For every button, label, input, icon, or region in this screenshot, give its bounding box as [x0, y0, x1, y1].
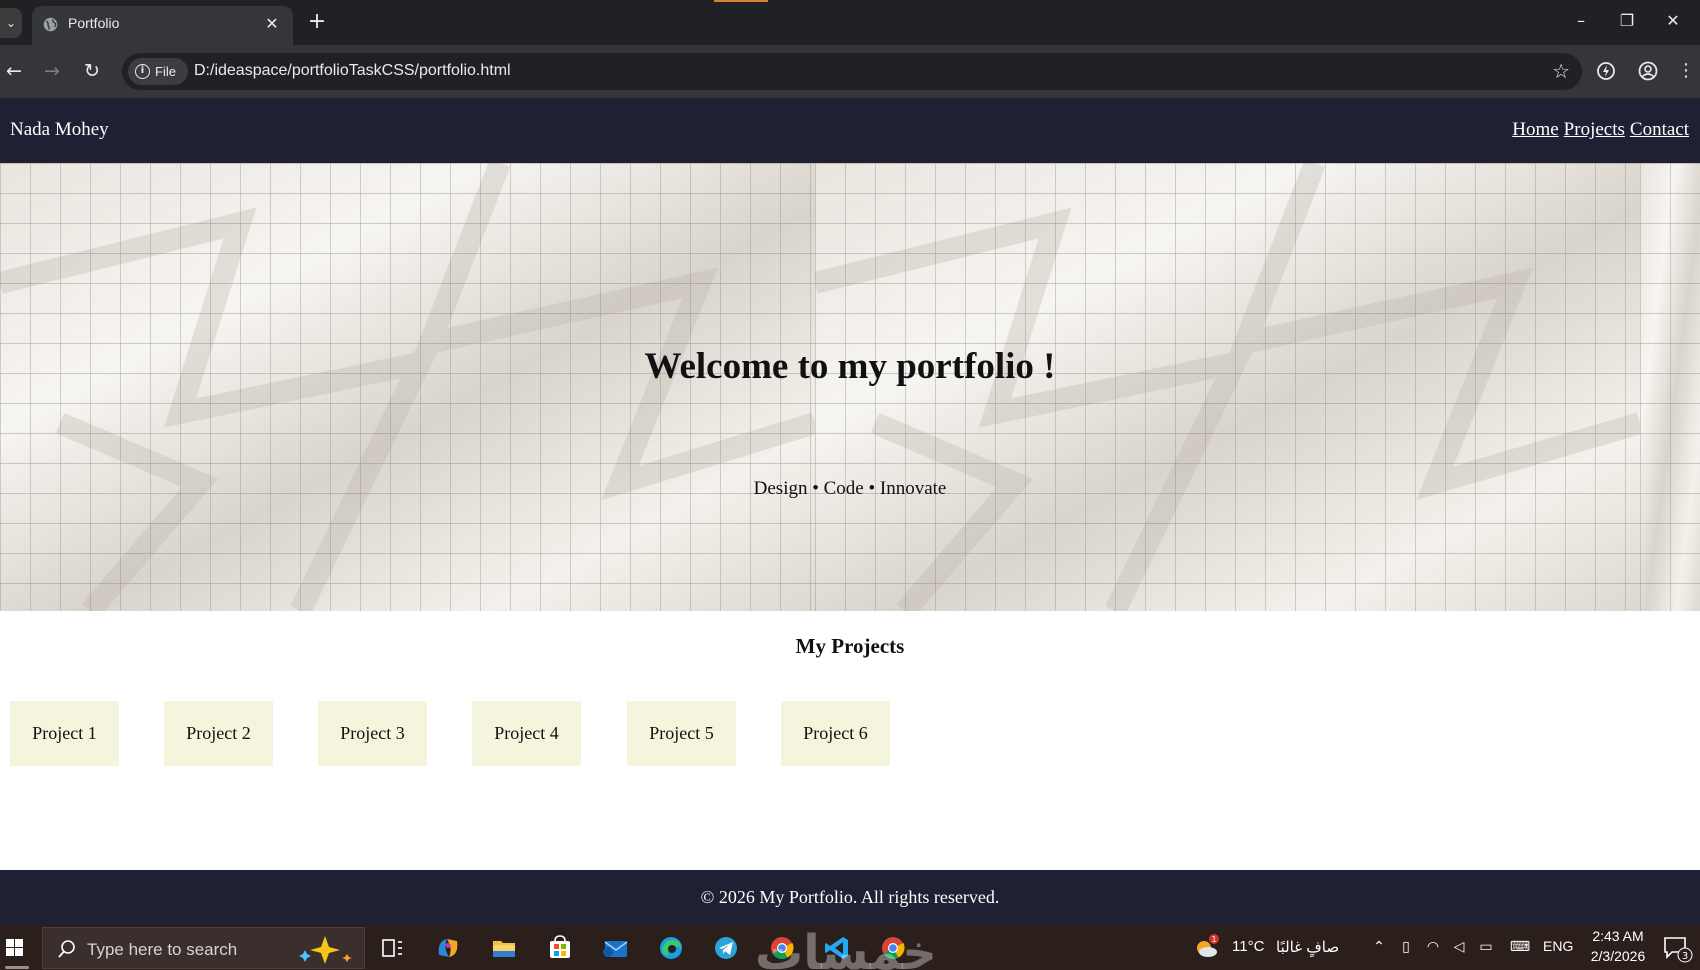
site-info-label: File — [155, 64, 176, 79]
tab-title: Portfolio — [68, 15, 120, 31]
restore-button[interactable]: ❐ — [1604, 6, 1650, 36]
browser-tab-bar: ⌄ Portfolio ✕ + – ❐ ✕ — [0, 0, 1700, 45]
notification-icon[interactable]: 3 — [1660, 932, 1694, 964]
profile-icon[interactable] — [1634, 57, 1662, 85]
clock-time[interactable]: 2:43 AM — [1590, 928, 1646, 944]
info-icon: i — [135, 64, 150, 79]
tab-portfolio[interactable]: Portfolio ✕ — [32, 6, 293, 45]
page-viewport: Nada Mohey Home Projects Contact Welcome… — [0, 98, 1700, 925]
browser-toolbar: ← → ↻ i File D:/ideaspace/portfolioTaskC… — [0, 45, 1700, 98]
wifi-icon[interactable]: ◠ — [1424, 938, 1442, 956]
file-explorer-icon[interactable] — [487, 931, 521, 965]
chevron-up-icon[interactable]: ⌃ — [1370, 938, 1388, 956]
edge-icon[interactable] — [654, 931, 688, 965]
new-tab-button[interactable]: + — [304, 9, 330, 35]
windows-start-icon[interactable] — [0, 925, 30, 970]
language-indicator[interactable]: ENG — [1543, 938, 1573, 954]
taskbar: Type here to search خمسات 1 11°C صافٍ غا… — [0, 925, 1700, 970]
back-icon[interactable]: ← — [0, 57, 28, 85]
minimize-button[interactable]: – — [1558, 6, 1604, 36]
project-card-4[interactable]: Project 4 — [472, 701, 581, 766]
footer-copyright: © 2026 My Portfolio. All rights reserved… — [700, 887, 1000, 907]
device-icon[interactable]: ▯ — [1397, 938, 1415, 956]
bookmark-star-icon[interactable]: ☆ — [1552, 59, 1570, 83]
weather-icon[interactable]: 1 — [1192, 930, 1222, 964]
taskbar-search-box[interactable]: Type here to search — [42, 927, 365, 969]
project-card-3[interactable]: Project 3 — [318, 701, 427, 766]
telegram-icon[interactable] — [709, 931, 743, 965]
hero-section: Welcome to my portfolio ! Design • Code … — [0, 163, 1700, 611]
tab-list-button[interactable]: ⌄ — [0, 8, 22, 38]
taskbar-search-placeholder: Type here to search — [87, 940, 238, 959]
hero-subtitle: Design • Code • Innovate — [753, 478, 947, 499]
project-card-1[interactable]: Project 1 — [10, 701, 119, 766]
weather-temperature[interactable]: 11°C — [1232, 938, 1264, 955]
site-logo: Nada Mohey — [10, 119, 109, 140]
task-view-icon[interactable] — [375, 931, 409, 965]
project-card-2[interactable]: Project 2 — [164, 701, 273, 766]
site-info-chip[interactable]: i File — [128, 58, 188, 85]
site-nav: Home Projects Contact — [1512, 119, 1689, 141]
project-card-5[interactable]: Project 5 — [627, 701, 736, 766]
clock-date[interactable]: 2/3/2026 — [1586, 948, 1650, 964]
volume-icon[interactable]: ◁ — [1450, 938, 1468, 956]
weather-badge: 1 — [1211, 935, 1216, 944]
site-header: Nada Mohey Home Projects Contact — [0, 98, 1700, 163]
weather-condition[interactable]: صافٍ غالبًا — [1276, 938, 1339, 956]
projects-heading: My Projects — [795, 634, 905, 658]
close-tab-icon[interactable]: ✕ — [261, 13, 283, 35]
store-icon[interactable] — [543, 931, 577, 965]
nav-link-projects[interactable]: Projects — [1564, 119, 1625, 141]
keyboard-icon[interactable]: ⌨ — [1507, 938, 1533, 956]
project-card-6[interactable]: Project 6 — [781, 701, 890, 766]
site-footer: © 2026 My Portfolio. All rights reserved… — [0, 870, 1700, 925]
notification-count: 3 — [1682, 951, 1688, 962]
watermark: خمسات — [755, 925, 937, 970]
copilot-icon[interactable] — [431, 931, 465, 965]
hero-title: Welcome to my portfolio ! — [644, 346, 1056, 387]
search-icon — [58, 940, 75, 958]
url-text[interactable]: D:/ideaspace/portfolioTaskCSS/portfolio.… — [194, 62, 511, 80]
chevron-down-icon: ⌄ — [5, 16, 17, 30]
tab-strip-accent — [714, 0, 768, 2]
copilot-sparkle-icon — [299, 936, 352, 964]
address-bar[interactable]: i File D:/ideaspace/portfolioTaskCSS/por… — [122, 53, 1582, 90]
forward-icon[interactable]: → — [38, 57, 66, 85]
reload-icon[interactable]: ↻ — [78, 57, 106, 85]
nav-link-contact[interactable]: Contact — [1630, 119, 1689, 141]
battery-icon[interactable]: ▭ — [1477, 938, 1495, 956]
window-close-button[interactable]: ✕ — [1650, 6, 1696, 36]
mail-icon[interactable] — [598, 931, 632, 965]
globe-icon — [43, 17, 58, 32]
nav-link-home[interactable]: Home — [1512, 119, 1558, 141]
performance-icon[interactable] — [1592, 57, 1620, 85]
menu-icon[interactable]: ⋮ — [1672, 57, 1700, 85]
